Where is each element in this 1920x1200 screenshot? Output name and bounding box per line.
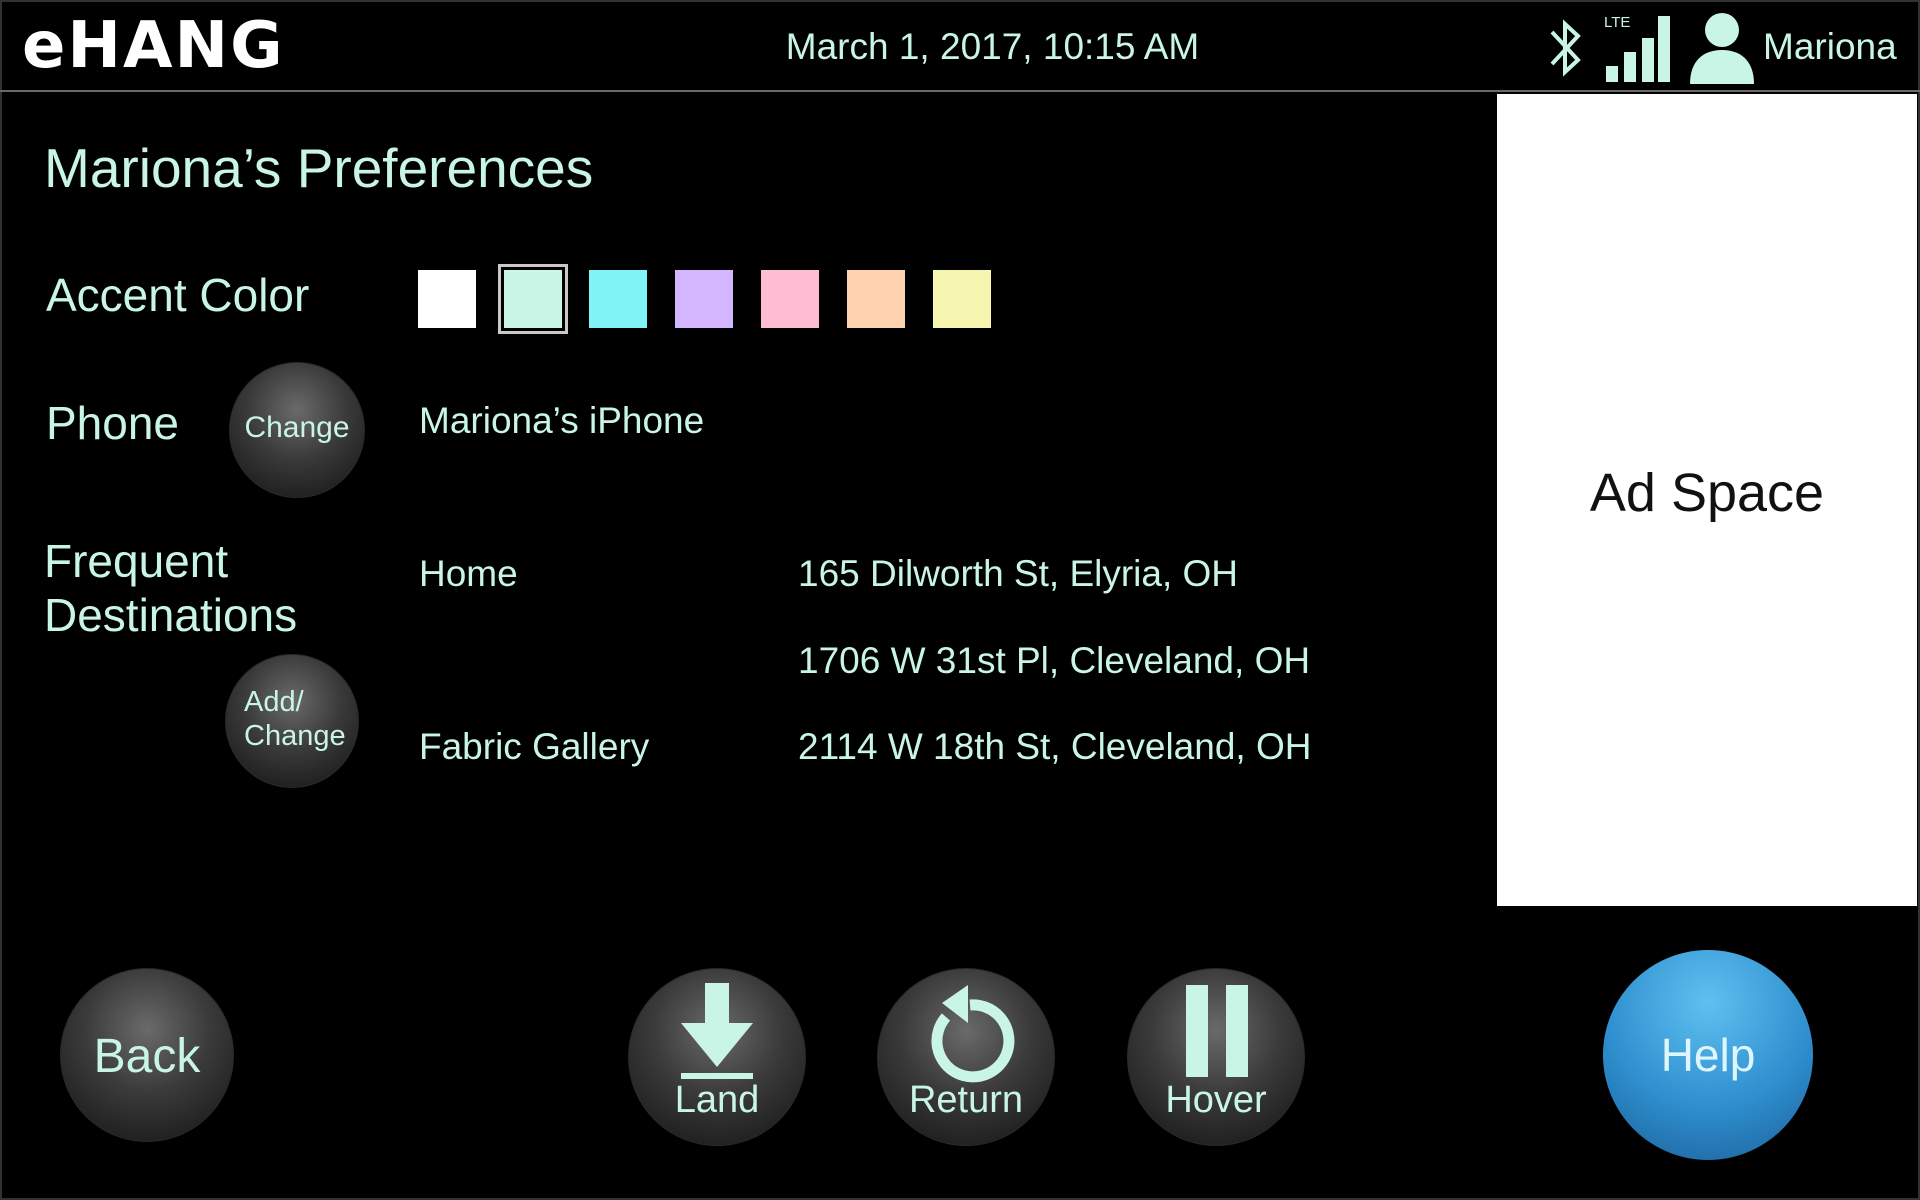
page-title: Mariona’s Preferences xyxy=(44,137,594,199)
back-label: Back xyxy=(93,1030,201,1083)
destination-name[interactable]: Fabric Gallery xyxy=(419,726,649,768)
frequent-label-line2: Destinations xyxy=(44,589,298,641)
back-button[interactable]: Back xyxy=(60,968,234,1142)
pause-icon xyxy=(1186,985,1248,1077)
add-change-line2: Change xyxy=(244,720,346,752)
add-change-destinations-button[interactable]: Add/ Change xyxy=(225,654,359,788)
swatch-yellow[interactable] xyxy=(933,270,991,328)
change-phone-button[interactable]: Change xyxy=(229,362,365,498)
ad-space-label: Ad Space xyxy=(1589,463,1825,523)
add-change-label: Add/ Change xyxy=(226,685,358,753)
help-button[interactable]: Help xyxy=(1603,950,1813,1160)
swatch-lavender[interactable] xyxy=(675,270,733,328)
return-icon xyxy=(931,985,1015,1083)
top-bar: eHANG March 1, 2017, 10:15 AM LTE Marion… xyxy=(0,0,1920,92)
frequent-label-line1: Frequent xyxy=(44,535,229,587)
user-icon xyxy=(1690,13,1754,84)
swatch-pink[interactable] xyxy=(761,270,819,328)
add-change-line1: Add/ xyxy=(244,686,304,718)
destination-address[interactable]: 1706 W 31st Pl, Cleveland, OH xyxy=(798,640,1310,682)
change-phone-label: Change xyxy=(244,411,350,444)
return-button[interactable]: Return xyxy=(877,968,1055,1146)
signal-icon: LTE xyxy=(1604,14,1670,82)
swatch-cyan[interactable] xyxy=(589,270,647,328)
hover-button[interactable]: Hover xyxy=(1127,968,1305,1146)
phone-device-name: Mariona’s iPhone xyxy=(419,400,705,441)
return-label: Return xyxy=(908,1079,1024,1121)
swatch-mint[interactable] xyxy=(501,267,565,331)
swatch-white[interactable] xyxy=(418,270,476,328)
bluetooth-icon xyxy=(1550,19,1581,77)
destination-name[interactable]: Home xyxy=(419,553,518,595)
network-label: LTE xyxy=(1604,14,1630,31)
destination-address[interactable]: 165 Dilworth St, Elyria, OH xyxy=(798,553,1238,595)
username[interactable]: Mariona xyxy=(1763,26,1897,68)
frequent-destinations-label: Frequent Destinations xyxy=(44,534,297,642)
destination-address[interactable]: 2114 W 18th St, Cleveland, OH xyxy=(798,726,1311,768)
hover-label: Hover xyxy=(1165,1079,1267,1121)
phone-label: Phone xyxy=(46,397,180,449)
land-label: Land xyxy=(674,1079,760,1121)
swatch-peach[interactable] xyxy=(847,270,905,328)
accent-color-label: Accent Color xyxy=(46,269,310,321)
ad-space[interactable]: Ad Space xyxy=(1497,94,1917,906)
arrow-down-icon xyxy=(681,983,753,1079)
land-button[interactable]: Land xyxy=(628,968,806,1146)
help-label: Help xyxy=(1660,1029,1756,1081)
